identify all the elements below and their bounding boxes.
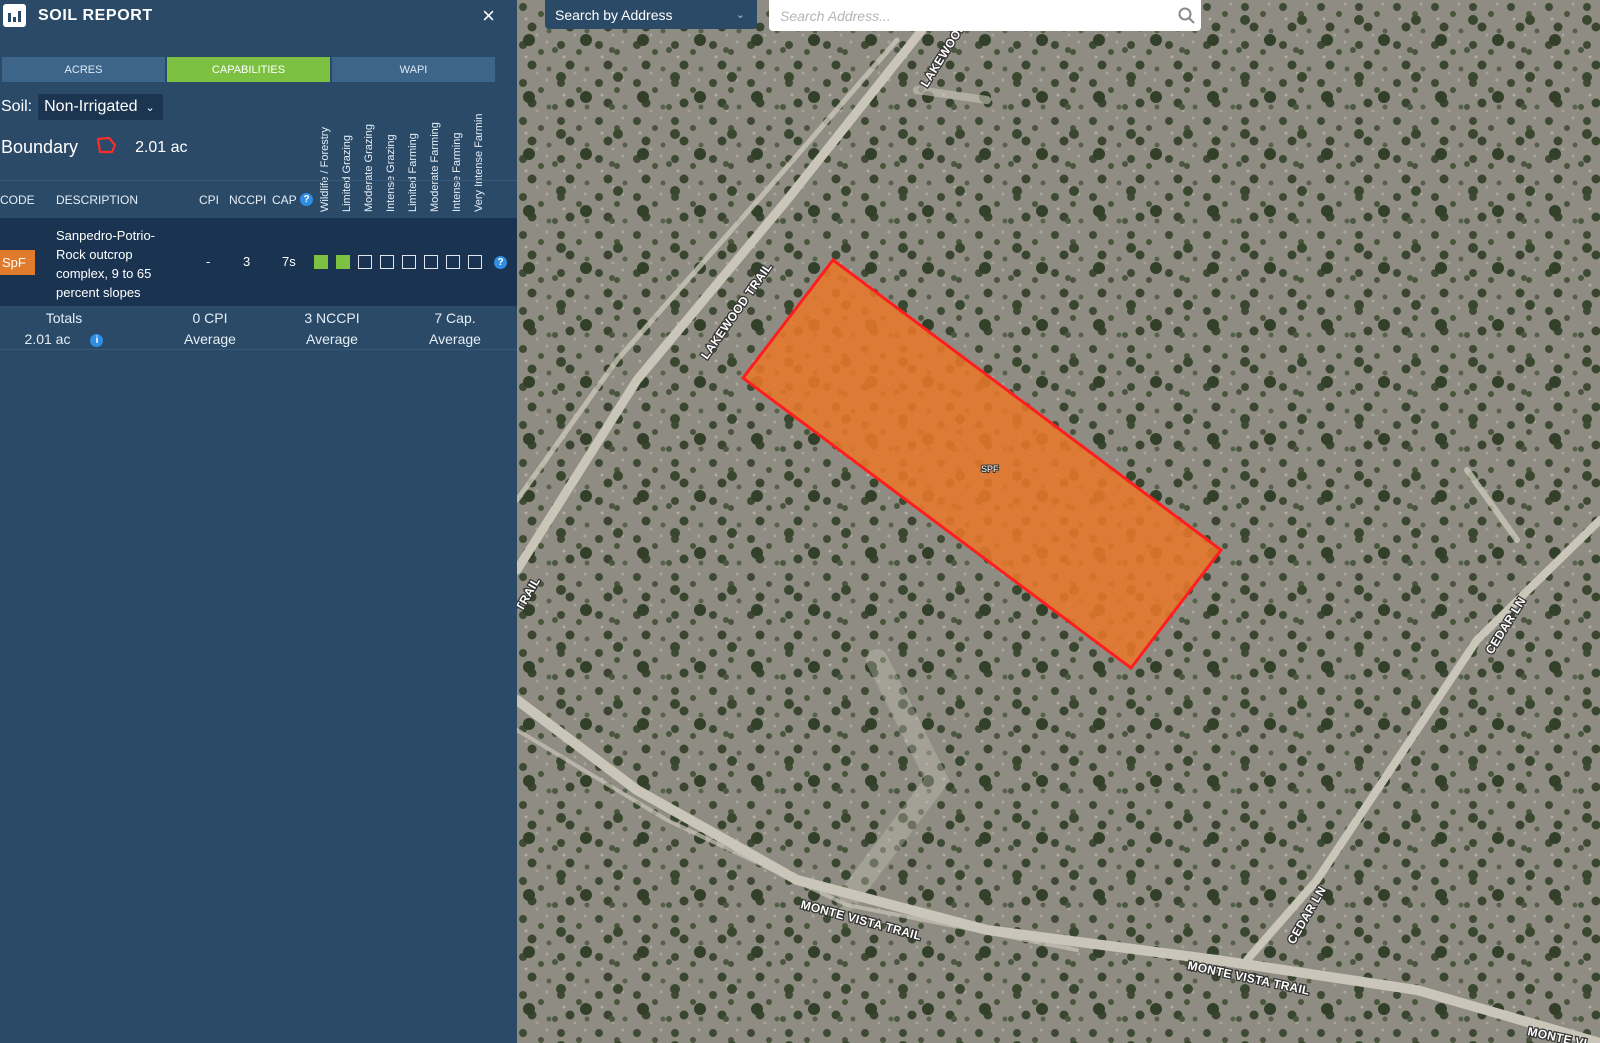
totals-cpi: 0 CPI — [192, 310, 228, 326]
capability-box — [336, 255, 350, 269]
totals-row: Totals 2.01 ac i 0 CPI Average 3 NCCPI Av… — [0, 306, 517, 350]
col-description[interactable]: DESCRIPTION — [56, 193, 138, 207]
totals-acres-cell: Totals 2.01 ac i — [20, 308, 108, 350]
soil-code-badge: SpF — [0, 250, 35, 275]
capability-box — [468, 255, 482, 269]
capability-box — [402, 255, 416, 269]
totals-cap-cell: 7 Cap. Average — [415, 308, 495, 350]
search-mode-dropdown[interactable]: Search by Address ⌄ — [545, 0, 757, 29]
table-header: CODE DESCRIPTION CPI NCCPI CAP ? — [0, 180, 517, 219]
boundary-shape-icon[interactable] — [95, 136, 117, 159]
totals-cap-sub: Average — [429, 331, 481, 347]
nccpi-value: 3 — [243, 254, 251, 269]
col-nccpi[interactable]: NCCPI — [229, 193, 266, 207]
totals-label: Totals — [45, 310, 83, 326]
totals-cpi-sub: Average — [184, 331, 236, 347]
panel-title: SOIL REPORT — [38, 7, 153, 24]
parcel-label: SPF — [981, 464, 999, 474]
help-icon[interactable]: ? — [300, 193, 313, 206]
totals-nccpi-sub: Average — [306, 331, 358, 347]
soil-type-dropdown[interactable]: Non-Irrigated ⌄ — [38, 94, 163, 120]
help-icon[interactable]: ? — [494, 256, 507, 269]
search-input[interactable] — [769, 0, 1171, 31]
col-code[interactable]: CODE — [0, 193, 35, 207]
boundary-row: Boundary 2.01 ac — [1, 136, 188, 159]
search-bar — [769, 0, 1201, 31]
capability-box — [446, 255, 460, 269]
table-row[interactable]: SpF Sanpedro-Potrio-Rock outcrop complex… — [0, 218, 517, 306]
soil-label: Soil: — [1, 98, 33, 115]
soil-type-value: Non-Irrigated — [44, 98, 138, 115]
totals-nccpi-cell: 3 NCCPI Average — [287, 308, 377, 350]
capability-box — [380, 255, 394, 269]
capability-box — [358, 255, 372, 269]
close-icon[interactable]: × — [482, 3, 495, 29]
soil-report-panel: SOIL REPORT × ACRES CAPABILITIES WAPI So… — [0, 0, 517, 1043]
search-icon[interactable] — [1171, 7, 1201, 24]
chevron-down-icon: ⌄ — [145, 101, 155, 114]
tab-bar: ACRES CAPABILITIES WAPI — [2, 57, 495, 82]
tab-capabilities[interactable]: CAPABILITIES — [167, 57, 330, 82]
tab-acres[interactable]: ACRES — [2, 57, 165, 82]
totals-nccpi: 3 NCCPI — [304, 310, 360, 326]
soil-selector-row: Soil: Non-Irrigated ⌄ — [1, 94, 163, 120]
col-cap[interactable]: CAP — [272, 193, 297, 207]
info-icon[interactable]: i — [90, 333, 104, 347]
panel-header: SOIL REPORT × — [0, 0, 517, 31]
totals-cap: 7 Cap. — [434, 310, 476, 326]
bar-chart-icon — [3, 4, 26, 27]
capability-box — [424, 255, 438, 269]
search-mode-label: Search by Address — [555, 6, 673, 23]
boundary-label: Boundary — [1, 137, 79, 157]
chevron-down-icon: ⌄ — [735, 9, 745, 21]
satellite-map[interactable]: SPF LAKEWOOD LAKEWOOD TRAIL TRAIL CEDAR … — [517, 0, 1600, 1043]
cap-value: 7s — [282, 254, 296, 269]
soil-description: Sanpedro-Potrio-Rock outcrop complex, 9 … — [56, 228, 155, 300]
col-cpi[interactable]: CPI — [199, 193, 219, 207]
capability-box — [314, 255, 328, 269]
map-canvas[interactable]: SPF LAKEWOOD LAKEWOOD TRAIL TRAIL CEDAR … — [517, 0, 1600, 1043]
totals-acres: 2.01 ac — [24, 331, 71, 347]
tab-wapi[interactable]: WAPI — [332, 57, 495, 82]
totals-cpi-cell: 0 CPI Average — [170, 308, 250, 350]
boundary-acres: 2.01 ac — [135, 138, 188, 156]
cpi-value: - — [206, 254, 211, 269]
